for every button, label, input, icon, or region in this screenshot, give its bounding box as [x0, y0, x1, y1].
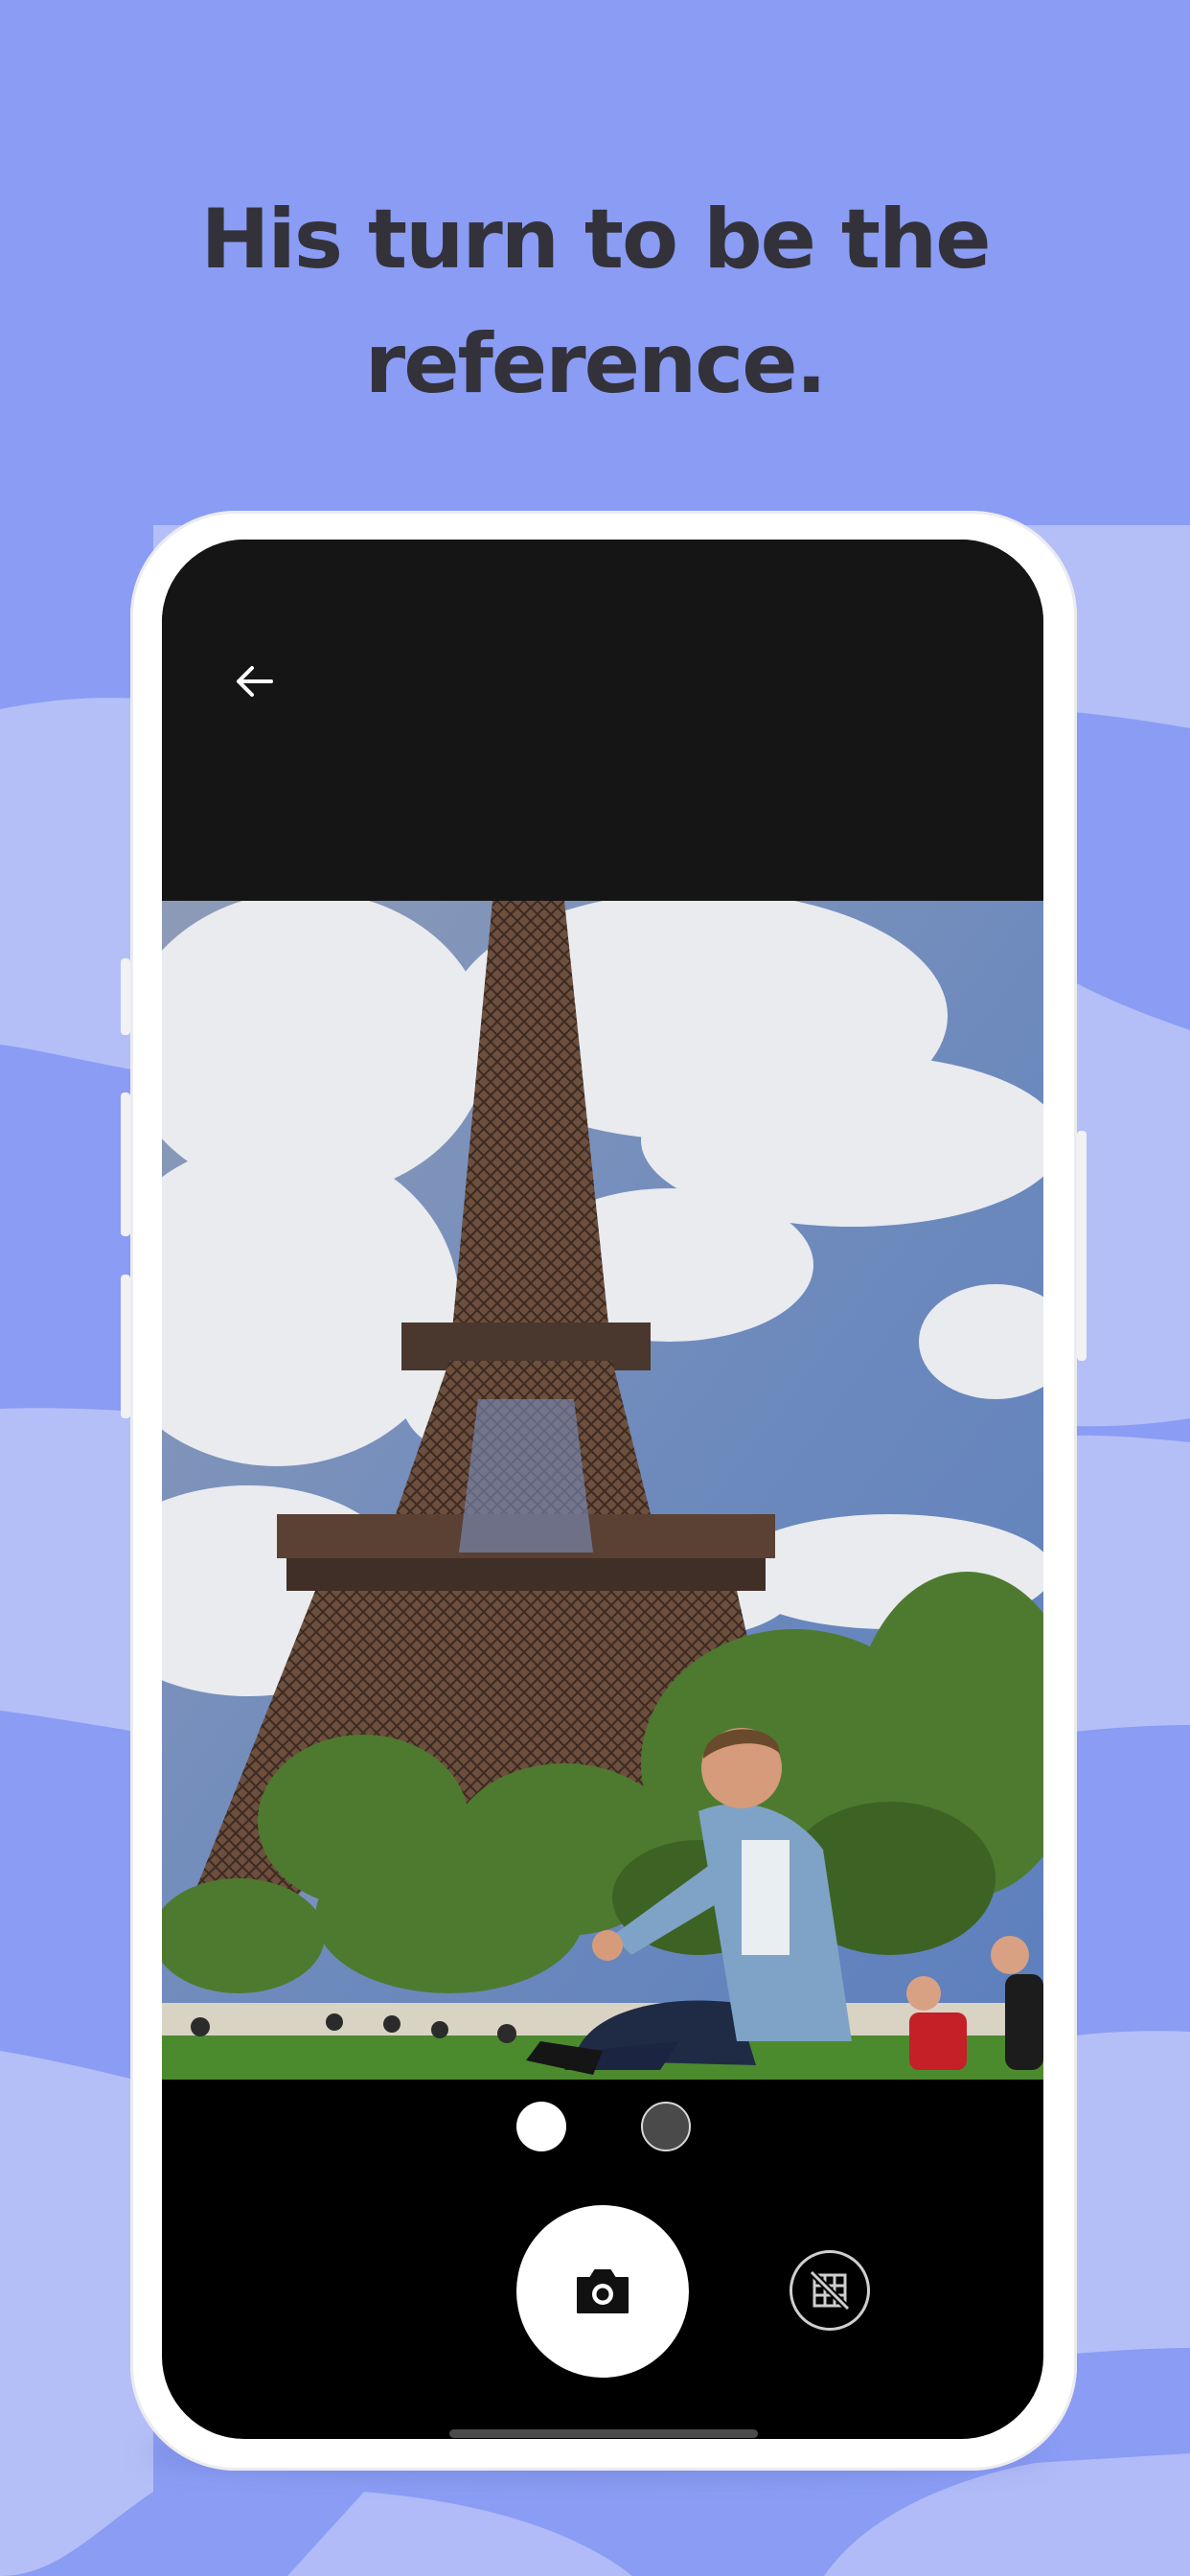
- headline-line-1: His turn to be the: [200, 192, 991, 288]
- arrow-left-icon: [237, 666, 273, 697]
- headline-line-2: reference.: [364, 316, 827, 412]
- back-button[interactable]: [223, 651, 285, 712]
- phone-side-button: [121, 1092, 130, 1236]
- camera-icon: [577, 2269, 629, 2313]
- headline: His turn to be the reference.: [0, 177, 1190, 426]
- phone-side-button: [121, 1275, 130, 1418]
- home-indicator: [449, 2429, 758, 2438]
- reference-pager: [162, 2102, 1043, 2159]
- phone-side-button: [1077, 1131, 1087, 1361]
- pager-dot-active[interactable]: [516, 2102, 566, 2151]
- phone-side-button: [121, 958, 130, 1035]
- reference-photo: [162, 901, 1043, 2080]
- grid-off-icon: [809, 2269, 851, 2312]
- phone-screen: [162, 540, 1043, 2439]
- shutter-button[interactable]: [516, 2205, 689, 2378]
- pager-dot[interactable]: [641, 2102, 691, 2151]
- grid-toggle-button[interactable]: [790, 2250, 870, 2331]
- camera-top-bar: [162, 540, 1043, 901]
